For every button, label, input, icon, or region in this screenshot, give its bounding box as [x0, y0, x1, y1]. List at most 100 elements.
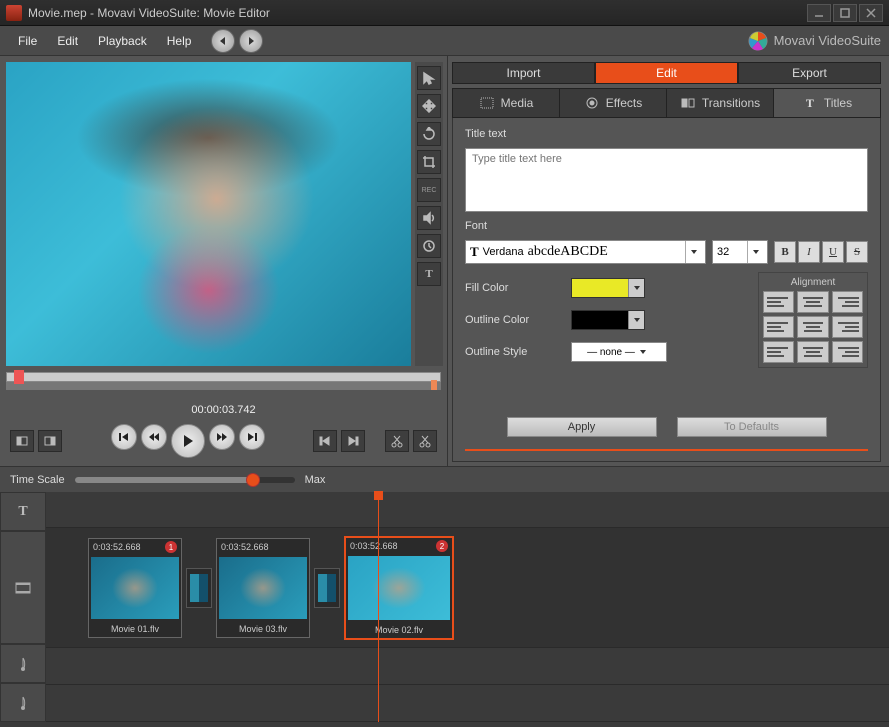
- undo-button[interactable]: [211, 29, 235, 53]
- subtab-titles[interactable]: TTitles: [774, 89, 880, 117]
- track-audio1-header[interactable]: [0, 644, 46, 683]
- out-marker-icon[interactable]: [431, 380, 437, 390]
- align-mid-left[interactable]: [763, 316, 794, 338]
- split-button[interactable]: [385, 430, 409, 452]
- redo-button[interactable]: [239, 29, 263, 53]
- font-name: Verdana: [483, 246, 524, 258]
- menu-file[interactable]: File: [8, 30, 47, 52]
- playhead[interactable]: [378, 492, 379, 722]
- clip-thumbnail: [348, 556, 450, 620]
- font-label: Font: [465, 220, 868, 232]
- track-title-header[interactable]: T: [0, 492, 46, 531]
- window-title: Movie.mep - Movavi VideoSuite: Movie Edi…: [28, 6, 807, 20]
- mark-in-button[interactable]: [10, 430, 34, 452]
- outline-style-select[interactable]: — none —: [571, 342, 667, 362]
- font-family-select[interactable]: T Verdana abcdeABCDE: [465, 240, 706, 264]
- subtab-titles-label: Titles: [824, 96, 852, 110]
- transition-2[interactable]: [314, 568, 340, 608]
- apply-button[interactable]: Apply: [507, 417, 657, 437]
- align-bot-center[interactable]: [797, 341, 828, 363]
- transition-1[interactable]: [186, 568, 212, 608]
- slider-knob-icon[interactable]: [246, 473, 260, 487]
- clip-badge: 2: [436, 540, 448, 552]
- timescale-slider[interactable]: [75, 477, 295, 483]
- clip-3[interactable]: 0:03:52.6682 Movie 02.flv: [344, 536, 454, 640]
- alignment-label: Alignment: [763, 277, 863, 288]
- fill-color-picker[interactable]: [571, 278, 645, 298]
- subtab-media-label: Media: [501, 96, 534, 110]
- to-defaults-button[interactable]: To Defaults: [677, 417, 827, 437]
- fill-color-label: Fill Color: [465, 282, 561, 294]
- preview-scrubber[interactable]: [6, 372, 441, 402]
- track-audio2-header[interactable]: [0, 683, 46, 722]
- tab-edit[interactable]: Edit: [595, 62, 738, 84]
- tab-import[interactable]: Import: [452, 62, 595, 84]
- clip-1[interactable]: 0:03:52.6681 Movie 01.flv: [88, 538, 182, 638]
- dropdown-arrow-icon: [635, 341, 651, 363]
- align-bot-right[interactable]: [832, 341, 863, 363]
- brand-text: Movavi VideoSuite: [774, 33, 881, 48]
- tab-export[interactable]: Export: [738, 62, 881, 84]
- dropdown-arrow-icon: [747, 241, 763, 263]
- preview-frame: [6, 62, 411, 366]
- track-video-header[interactable]: [0, 531, 46, 644]
- prev-frame-button[interactable]: [313, 430, 337, 452]
- media-icon: [479, 95, 495, 111]
- preview-viewport[interactable]: [6, 62, 411, 366]
- align-top-center[interactable]: [797, 291, 828, 313]
- preview-tool-column: REC T: [415, 62, 443, 366]
- pointer-tool-icon[interactable]: [417, 66, 441, 90]
- subtab-effects[interactable]: Effects: [560, 89, 667, 117]
- minimize-button[interactable]: [807, 4, 831, 22]
- align-mid-center[interactable]: [797, 316, 828, 338]
- strikethrough-button[interactable]: S: [846, 241, 868, 263]
- rotate-tool-icon[interactable]: [417, 122, 441, 146]
- timeline-area[interactable]: 0:03:52.6681 Movie 01.flv 0:03:52.668 Mo…: [46, 492, 889, 722]
- underline-button[interactable]: U: [822, 241, 844, 263]
- maximize-button[interactable]: [833, 4, 857, 22]
- duration-tool-icon[interactable]: [417, 234, 441, 258]
- clip-2[interactable]: 0:03:52.668 Movie 03.flv: [216, 538, 310, 638]
- menu-help[interactable]: Help: [157, 30, 202, 52]
- record-tool-icon[interactable]: REC: [417, 178, 441, 202]
- outline-color-picker[interactable]: [571, 310, 645, 330]
- subtab-media[interactable]: Media: [453, 89, 560, 117]
- bold-button[interactable]: B: [774, 241, 796, 263]
- subtab-transitions[interactable]: Transitions: [667, 89, 774, 117]
- step-forward-button[interactable]: [209, 424, 235, 450]
- brand-logo-icon: [748, 31, 768, 51]
- cut-button[interactable]: [413, 430, 437, 452]
- goto-end-button[interactable]: [239, 424, 265, 450]
- close-button[interactable]: [859, 4, 883, 22]
- next-frame-button[interactable]: [341, 430, 365, 452]
- goto-start-button[interactable]: [111, 424, 137, 450]
- mark-out-button[interactable]: [38, 430, 62, 452]
- step-back-button[interactable]: [141, 424, 167, 450]
- align-top-right[interactable]: [832, 291, 863, 313]
- volume-tool-icon[interactable]: [417, 206, 441, 230]
- clip-name: Movie 01.flv: [89, 621, 181, 637]
- font-size-value: 32: [717, 246, 747, 258]
- title-text-input[interactable]: [465, 148, 868, 212]
- italic-button[interactable]: I: [798, 241, 820, 263]
- transitions-icon: [680, 95, 696, 111]
- menubar: File Edit Playback Help Movavi VideoSuit…: [0, 26, 889, 56]
- menu-edit[interactable]: Edit: [47, 30, 88, 52]
- menu-playback[interactable]: Playback: [88, 30, 157, 52]
- play-button[interactable]: [171, 424, 205, 458]
- title-text-label: Title text: [465, 128, 868, 140]
- align-bot-left[interactable]: [763, 341, 794, 363]
- in-marker-icon[interactable]: [14, 370, 24, 384]
- crop-tool-icon[interactable]: [417, 150, 441, 174]
- clip-thumbnail: [91, 557, 179, 619]
- move-tool-icon[interactable]: [417, 94, 441, 118]
- font-glyph-icon: T: [470, 244, 479, 260]
- align-mid-right[interactable]: [832, 316, 863, 338]
- font-size-select[interactable]: 32: [712, 240, 768, 264]
- outline-style-label: Outline Style: [465, 346, 561, 358]
- titlebar: Movie.mep - Movavi VideoSuite: Movie Edi…: [0, 0, 889, 26]
- clip-time: 0:03:52.668: [221, 542, 269, 552]
- text-tool-icon[interactable]: T: [417, 262, 441, 286]
- playback-controls: [0, 416, 447, 466]
- align-top-left[interactable]: [763, 291, 794, 313]
